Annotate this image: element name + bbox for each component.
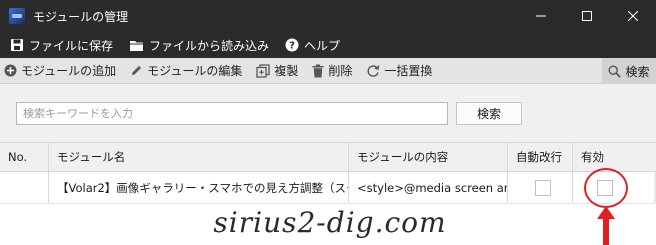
menu-label: ファイルに保存	[29, 38, 114, 53]
row-auto-newline-cell	[508, 172, 573, 203]
toolbar-label: 一括置換	[384, 64, 433, 78]
window-controls	[518, 0, 656, 32]
toolbar-label: モジュールの追加	[21, 64, 117, 78]
trash-icon	[312, 64, 324, 77]
column-header-auto-newline[interactable]: 自動改行	[508, 143, 573, 171]
module-table: No. モジュール名 モジュールの内容 自動改行 有効 【Volar2】画像ギャ…	[0, 142, 656, 204]
row-number	[0, 172, 49, 203]
toolbar: モジュールの追加 モジュールの編集 複製 削除 一括置換 検索	[0, 58, 656, 84]
minimize-button[interactable]	[518, 0, 564, 32]
edit-module-button[interactable]: モジュールの編集	[126, 59, 246, 83]
toolbar-label: 複製	[274, 64, 299, 78]
maximize-icon	[582, 11, 592, 21]
annotation-arrow-icon	[597, 206, 615, 245]
duplicate-icon	[256, 63, 270, 78]
help-icon: ?	[285, 38, 299, 52]
app-icon	[9, 8, 25, 24]
duplicate-button[interactable]: 複製	[252, 59, 302, 83]
table-header: No. モジュール名 モジュールの内容 自動改行 有効	[0, 142, 656, 172]
window-title: モジュールの管理	[33, 9, 129, 24]
title-bar: モジュールの管理	[0, 0, 656, 32]
folder-icon	[130, 40, 144, 51]
menu-help[interactable]: ? ヘルプ	[279, 32, 346, 58]
pencil-icon	[132, 66, 142, 75]
toolbar-label: 削除	[328, 64, 353, 78]
search-panel: 検索	[0, 84, 656, 142]
table-row[interactable]: 【Volar2】画像ギャラリー・スマホでの見え方調整（スタイル） <style>…	[0, 172, 656, 204]
watermark: sirius2-dig.com	[213, 206, 447, 239]
replace-icon	[367, 64, 380, 77]
close-button[interactable]	[610, 0, 656, 32]
row-module-content: <style>@media screen an...	[349, 172, 508, 203]
row-module-name: 【Volar2】画像ギャラリー・スマホでの見え方調整（スタイル）	[49, 172, 349, 203]
close-icon	[628, 11, 638, 21]
menu-load-from-file[interactable]: ファイルから読み込み	[123, 32, 275, 58]
maximize-button[interactable]	[564, 0, 610, 32]
annotation-circle	[584, 168, 628, 208]
svg-text:?: ?	[289, 41, 295, 52]
menu-save-to-file[interactable]: ファイルに保存	[4, 32, 119, 58]
column-header-no[interactable]: No.	[0, 143, 49, 171]
search-icon	[608, 64, 622, 78]
toolbar-label: モジュールの編集	[147, 64, 243, 78]
menu-label: ヘルプ	[304, 38, 341, 53]
column-header-enabled[interactable]: 有効	[573, 143, 656, 171]
delete-button[interactable]: 削除	[308, 59, 356, 83]
menu-bar: ファイルに保存 ファイルから読み込み ? ヘルプ	[0, 32, 656, 58]
add-icon	[4, 64, 17, 77]
bulk-replace-button[interactable]: 一括置換	[362, 59, 436, 83]
floppy-disk-icon	[11, 39, 23, 51]
search-input[interactable]	[16, 102, 448, 125]
search-button[interactable]: 検索	[456, 102, 522, 125]
minimize-icon	[536, 15, 546, 17]
column-header-module-content[interactable]: モジュールの内容	[349, 143, 508, 171]
add-module-button[interactable]: モジュールの追加	[0, 59, 120, 83]
column-header-module-name[interactable]: モジュール名	[49, 143, 349, 171]
auto-newline-checkbox[interactable]	[535, 179, 551, 196]
toolbar-search-button[interactable]: 検索	[602, 58, 656, 84]
toolbar-search-label: 検索	[625, 64, 650, 79]
menu-label: ファイルから読み込み	[149, 38, 270, 53]
